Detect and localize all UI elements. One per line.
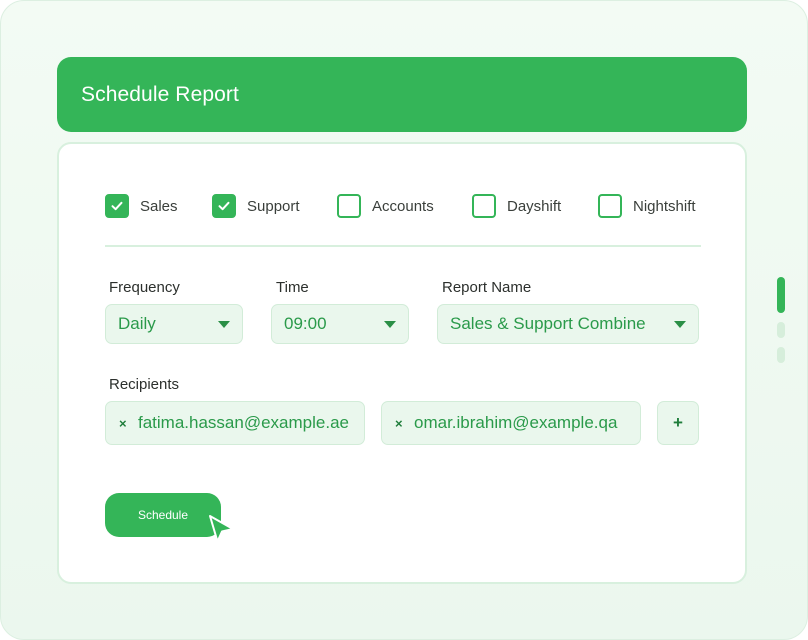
time-value: 09:00 (284, 314, 327, 333)
checkbox-box[interactable] (212, 194, 236, 218)
time-label: Time (276, 279, 309, 296)
frequency-value: Daily (118, 314, 156, 333)
check-icon (111, 201, 123, 211)
schedule-button[interactable]: Schedule (105, 493, 221, 537)
checkbox-box[interactable] (598, 194, 622, 218)
recipient-chip: × omar.ibrahim@example.qa (381, 401, 641, 445)
scroll-indicator[interactable] (777, 322, 785, 338)
frequency-select[interactable]: Daily (105, 304, 243, 344)
close-icon[interactable]: × (119, 416, 131, 431)
report-name-value: Sales & Support Combine (450, 314, 646, 333)
scroll-indicator-active[interactable] (777, 277, 785, 313)
checkbox-box[interactable] (105, 194, 129, 218)
caret-down-icon (674, 320, 686, 328)
checkbox-label: Accounts (372, 197, 434, 215)
report-form-card: Sales Support Accounts Dayshift Nightshi… (57, 142, 747, 584)
pointer-cursor-icon (209, 515, 234, 543)
checkbox-dayshift[interactable]: Dayshift (472, 192, 561, 220)
page-header: Schedule Report (57, 57, 747, 132)
recipient-email: omar.ibrahim@example.qa (414, 413, 618, 432)
check-icon (218, 201, 230, 211)
recipients-label: Recipients (109, 376, 180, 393)
close-icon[interactable]: × (395, 416, 407, 431)
checkbox-label: Nightshift (633, 197, 696, 215)
checkbox-sales[interactable]: Sales (105, 192, 178, 220)
checkbox-support[interactable]: Support (212, 192, 300, 220)
checkbox-accounts[interactable]: Accounts (337, 192, 434, 220)
checkbox-box[interactable] (472, 194, 496, 218)
report-name-label: Report Name (442, 279, 532, 296)
recipient-chip: × fatima.hassan@example.ae (105, 401, 365, 445)
time-select[interactable]: 09:00 (271, 304, 409, 344)
checkbox-box[interactable] (337, 194, 361, 218)
checkbox-nightshift[interactable]: Nightshift (598, 192, 696, 220)
checkbox-label: Support (247, 197, 300, 215)
recipient-email: fatima.hassan@example.ae (138, 413, 349, 432)
checkbox-label: Dayshift (507, 197, 562, 215)
app-frame: Schedule Report Sales Support Accounts D… (0, 0, 808, 640)
report-name-select[interactable]: Sales & Support Combine (437, 304, 699, 344)
caret-down-icon (384, 320, 396, 328)
add-recipient-button[interactable]: + (657, 401, 699, 445)
page-title: Schedule Report (81, 82, 239, 106)
divider (105, 245, 701, 247)
category-checkboxes: Sales Support Accounts Dayshift Nightshi… (105, 192, 701, 220)
scroll-indicator[interactable] (777, 347, 785, 363)
frequency-label: Frequency (109, 279, 180, 296)
caret-down-icon (218, 320, 230, 328)
checkbox-label: Sales (140, 197, 178, 215)
